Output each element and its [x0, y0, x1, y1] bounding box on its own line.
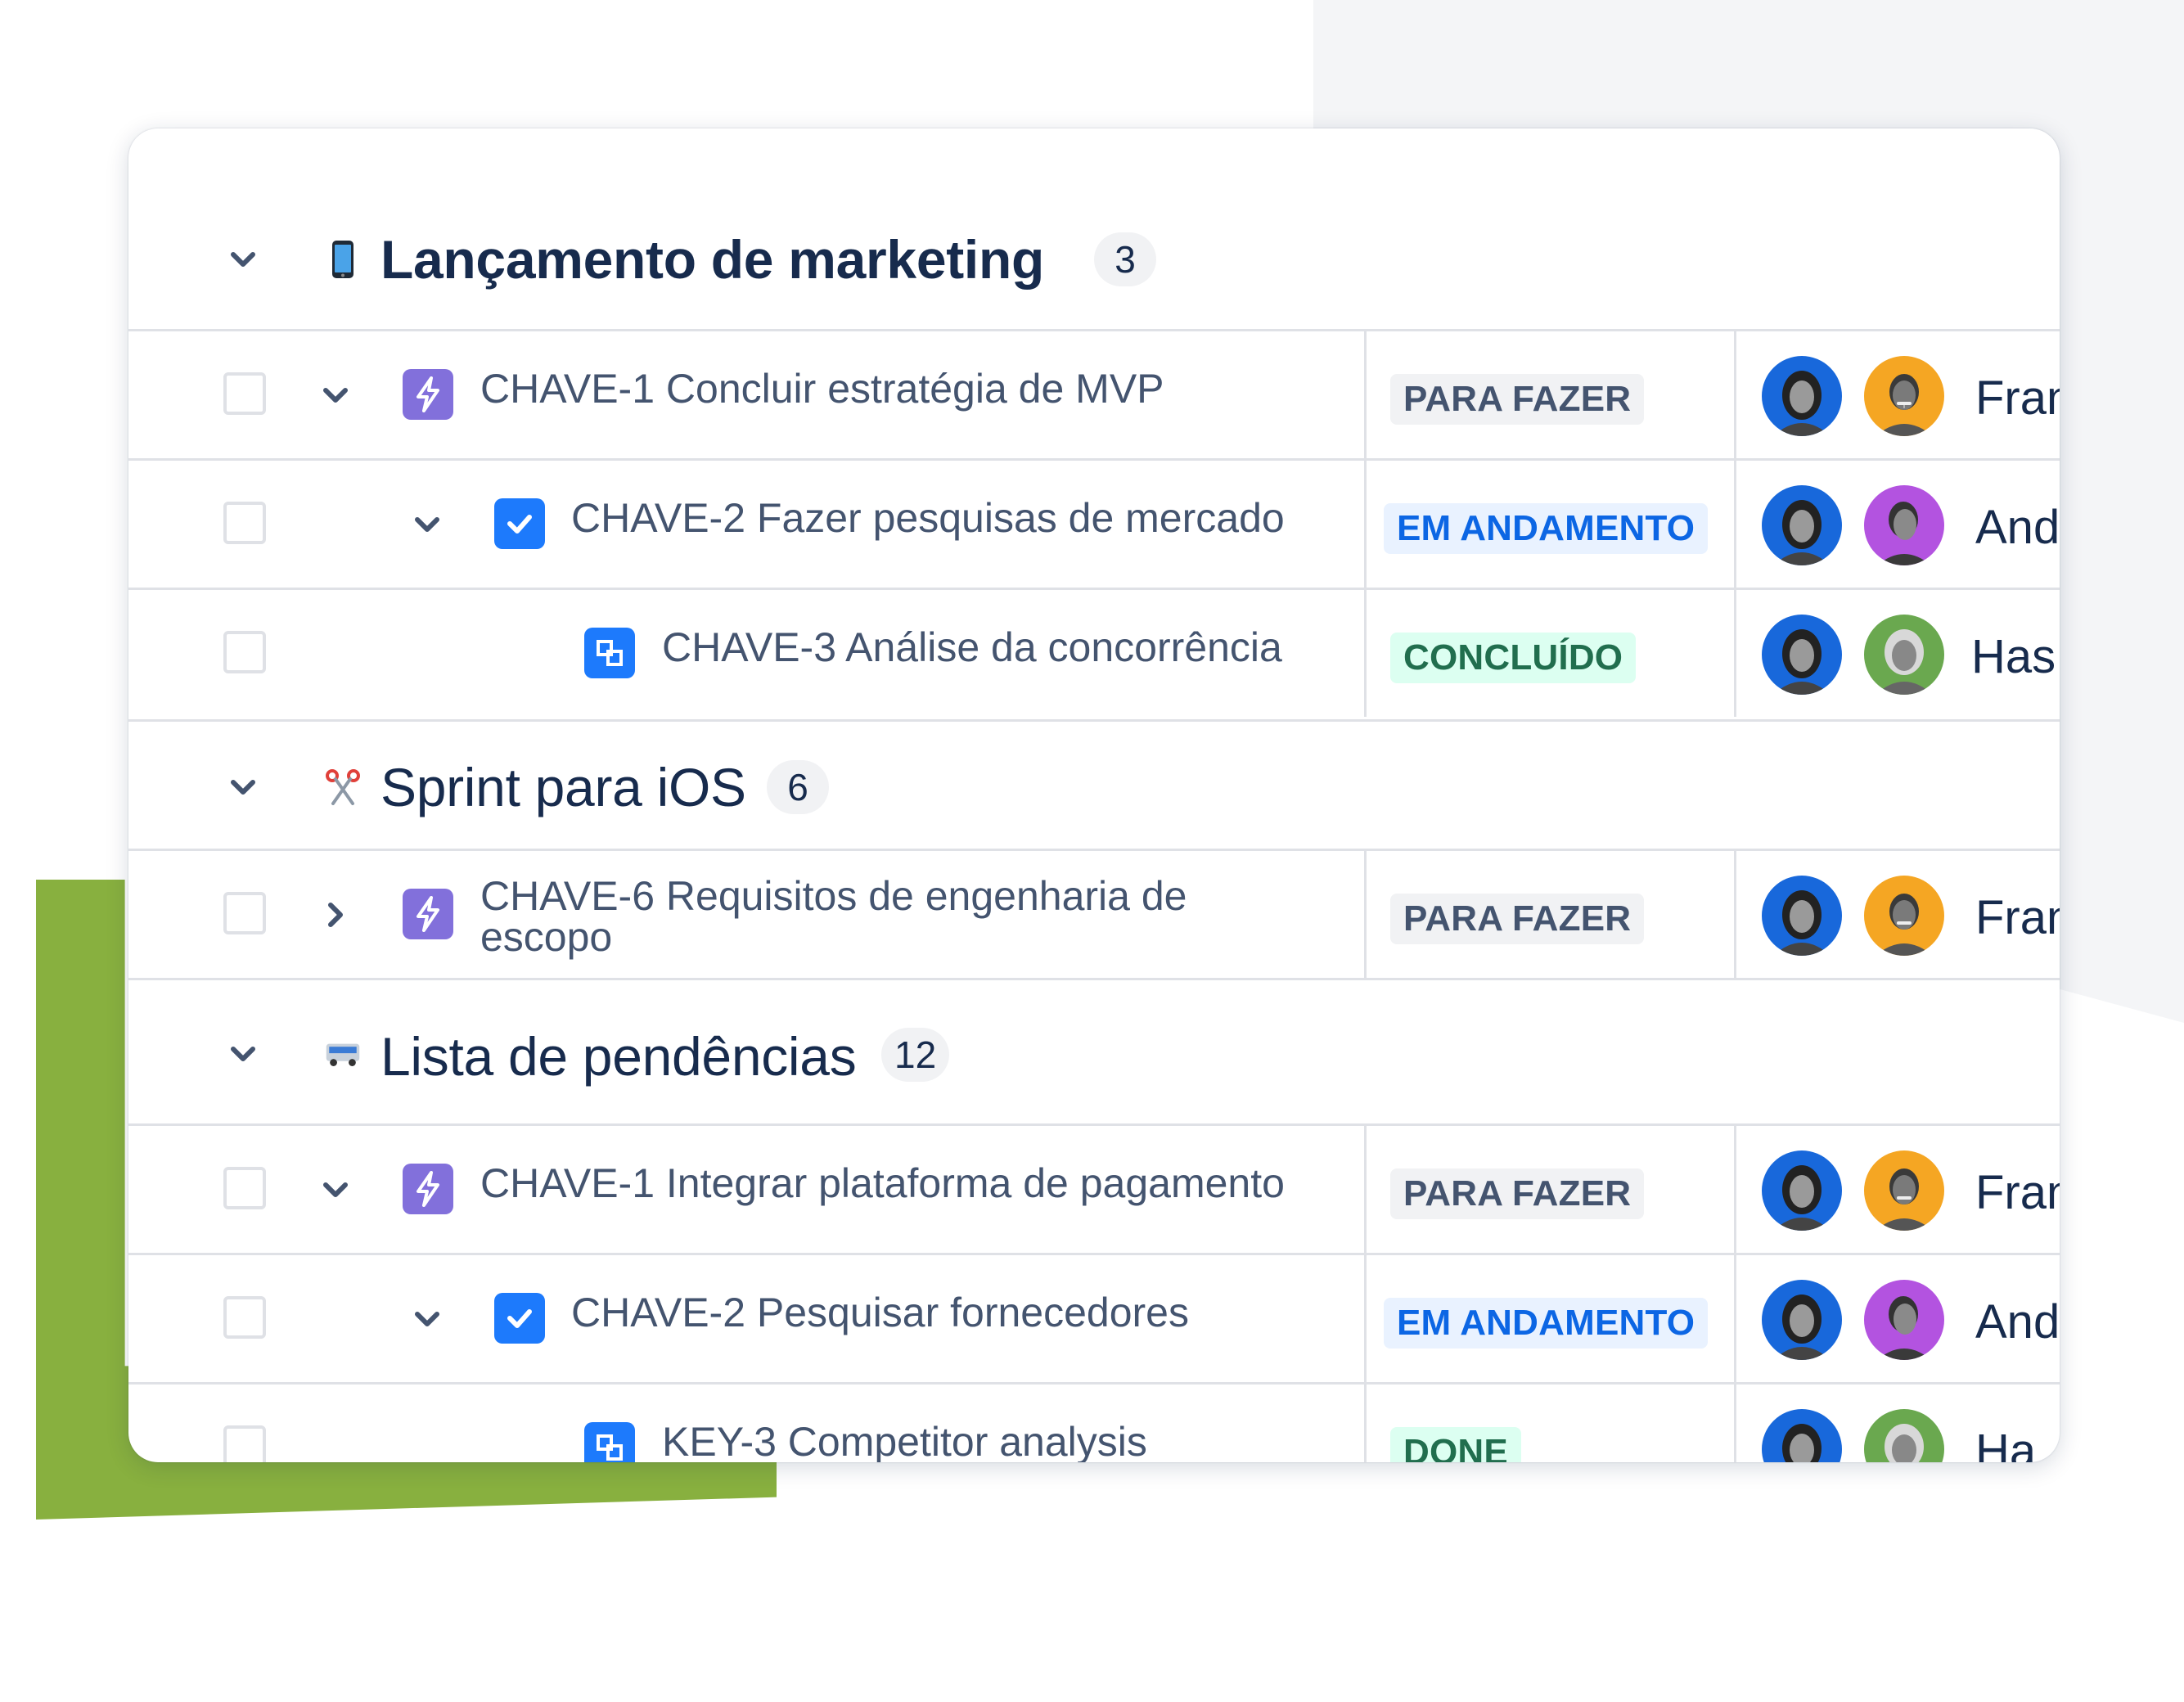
story-lightning-icon [403, 369, 453, 420]
group-title: Lançamento de marketing [381, 229, 1044, 290]
row-checkbox[interactable] [223, 372, 266, 415]
avatar[interactable] [1762, 356, 1842, 436]
row-checkbox[interactable] [223, 1425, 266, 1462]
row-checkbox[interactable] [223, 1167, 266, 1209]
issue-row[interactable]: CHAVE-2 Pesquisar fornecedores EM ANDAME… [128, 1253, 2060, 1382]
group-title: Lista de pendências [381, 1026, 857, 1087]
avatar[interactable] [1864, 485, 1944, 565]
issue-row[interactable]: CHAVE-2 Fazer pesquisas de mercado EM AN… [128, 458, 2060, 588]
avatar[interactable] [1864, 356, 1944, 436]
mobile-phone-icon [325, 241, 361, 278]
status-badge[interactable]: EM ANDAMENTO [1384, 503, 1709, 554]
group-header-marketing[interactable]: Lançamento de marketing 3 [128, 210, 2060, 308]
assignee-name: And [1975, 1295, 2060, 1349]
assignee-name: Has [1971, 630, 2056, 683]
task-checkbox-icon [494, 498, 545, 549]
issue-summary[interactable]: CHAVE-2 Fazer pesquisas de mercado [571, 497, 1285, 539]
chevron-down-icon[interactable] [319, 1173, 352, 1206]
avatar[interactable] [1864, 615, 1944, 695]
task-checkbox-icon [494, 1293, 545, 1344]
subtask-icon [584, 628, 635, 678]
group-title: Sprint para iOS [381, 757, 746, 817]
issue-summary[interactable]: KEY-3 Competitor analysis [662, 1421, 1147, 1462]
issue-summary[interactable]: CHAVE-6 Requisitos de engenharia de esco… [480, 876, 1200, 957]
status-badge[interactable]: EM ANDAMENTO [1384, 1298, 1709, 1349]
status-badge[interactable]: PARA FAZER [1390, 374, 1645, 425]
row-checkbox[interactable] [223, 892, 266, 934]
group-header-ios-sprint[interactable]: Sprint para iOS 6 [128, 719, 2060, 850]
bus-icon [325, 1036, 361, 1072]
story-lightning-icon [403, 1164, 453, 1214]
avatar[interactable] [1864, 876, 1944, 956]
issue-list-card: Lançamento de marketing 3 CHAVE-1 Conclu… [128, 128, 2060, 1462]
assignee-name: Ha [1975, 1425, 2037, 1462]
chevron-down-icon[interactable] [227, 771, 259, 804]
group-count-badge: 6 [767, 760, 829, 814]
row-checkbox[interactable] [223, 502, 266, 544]
assignee-name: And [1975, 501, 2060, 554]
issue-row[interactable]: CHAVE-1 Integrar plataforma de pagamento… [128, 1123, 2060, 1253]
story-lightning-icon [403, 889, 453, 939]
avatar[interactable] [1762, 1280, 1842, 1360]
group-header-backlog[interactable]: Lista de pendências 12 [128, 978, 2060, 1125]
chevron-down-icon[interactable] [411, 1303, 444, 1335]
chevron-down-icon[interactable] [227, 243, 259, 276]
avatar[interactable] [1762, 1409, 1842, 1462]
avatar[interactable] [1864, 1280, 1944, 1360]
scissors-icon [325, 769, 361, 805]
chevron-down-icon[interactable] [411, 508, 444, 541]
chevron-down-icon[interactable] [227, 1038, 259, 1070]
chevron-down-icon[interactable] [319, 379, 352, 412]
status-badge[interactable]: PARA FAZER [1390, 1168, 1645, 1219]
status-badge[interactable]: PARA FAZER [1390, 894, 1645, 944]
issue-summary[interactable]: CHAVE-1 Integrar plataforma de pagamento [480, 1162, 1285, 1204]
assignee-name: Fran [1975, 371, 2060, 425]
avatar[interactable] [1762, 615, 1842, 695]
avatar[interactable] [1762, 485, 1842, 565]
assignee-name: Fran [1975, 1166, 2060, 1219]
avatar[interactable] [1762, 876, 1842, 956]
subtask-icon [584, 1422, 635, 1462]
issue-row[interactable]: KEY-3 Competitor analysis DONE Ha [128, 1382, 2060, 1462]
issue-summary[interactable]: CHAVE-2 Pesquisar fornecedores [571, 1291, 1189, 1334]
avatar[interactable] [1762, 1150, 1842, 1231]
group-count-badge: 3 [1094, 232, 1156, 286]
issue-summary[interactable]: CHAVE-1 Concluir estratégia de MVP [480, 367, 1164, 410]
assignee-name: Fran [1975, 891, 2060, 944]
status-badge[interactable]: DONE [1390, 1427, 1521, 1462]
issue-row[interactable]: CHAVE-1 Concluir estratégia de MVP PARA … [128, 329, 2060, 458]
issue-summary[interactable]: CHAVE-3 Análise da concorrência [662, 626, 1282, 669]
avatar[interactable] [1864, 1409, 1944, 1462]
chevron-right-icon[interactable] [319, 898, 352, 931]
issue-row[interactable]: CHAVE-6 Requisitos de engenharia de esco… [128, 849, 2060, 978]
group-count-badge: 12 [881, 1028, 950, 1082]
avatar[interactable] [1864, 1150, 1944, 1231]
issue-row[interactable]: CHAVE-3 Análise da concorrência CONCLUÍD… [128, 588, 2060, 717]
status-badge[interactable]: CONCLUÍDO [1390, 633, 1637, 683]
row-checkbox[interactable] [223, 1296, 266, 1339]
row-checkbox[interactable] [223, 631, 266, 673]
